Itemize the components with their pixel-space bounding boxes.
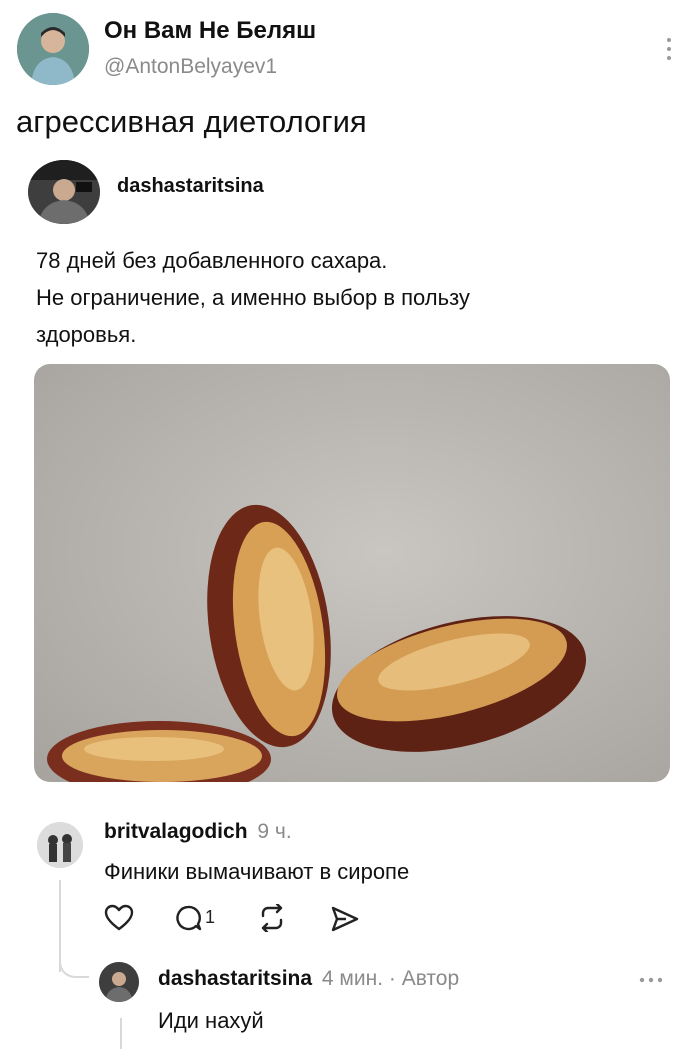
author-avatar[interactable] (17, 13, 89, 85)
repost-icon[interactable] (257, 904, 287, 932)
more-vertical-icon[interactable] (664, 36, 674, 62)
author-name[interactable]: Он Вам Не Беляш (104, 17, 316, 45)
reply-header: dashastaritsina 4 мин. · Автор (158, 967, 459, 991)
comment-avatar[interactable] (37, 822, 83, 868)
comment-time: 9 ч. (257, 820, 292, 843)
quoted-username[interactable]: dashastaritsina (117, 175, 264, 198)
reply-avatar[interactable] (99, 962, 139, 1002)
comment-header: britvalagodich 9 ч. (104, 820, 292, 844)
post-text: агрессивная диетология (16, 104, 367, 139)
quoted-line-2: Не ограничение, а именно выбор в пользу (36, 285, 470, 310)
comment-username[interactable]: britvalagodich (104, 820, 248, 843)
quoted-line-3: здоровья. (36, 322, 137, 347)
comment-text: Финики вымачивают в сиропе (104, 859, 410, 884)
quoted-line-1: 78 дней без добавленного сахара. (36, 248, 388, 273)
author-handle[interactable]: @AntonBelyayev1 (104, 55, 277, 79)
reply-username[interactable]: dashastaritsina (158, 967, 312, 990)
thread-line-lower (120, 1018, 122, 1049)
post-photo[interactable] (34, 364, 670, 782)
heart-icon[interactable] (104, 904, 134, 932)
reply-count: 1 (205, 907, 216, 927)
reply-meta: 4 мин. · Автор (321, 967, 460, 990)
more-horizontal-icon[interactable] (638, 976, 664, 984)
reply-text: Иди нахуй (158, 1008, 264, 1033)
quoted-avatar[interactable] (28, 160, 100, 224)
comment-icon[interactable] (174, 904, 202, 932)
thread-curve (59, 950, 89, 978)
quoted-text: 78 дней без добавленного сахара. Не огра… (36, 242, 470, 353)
share-icon[interactable] (330, 905, 360, 933)
